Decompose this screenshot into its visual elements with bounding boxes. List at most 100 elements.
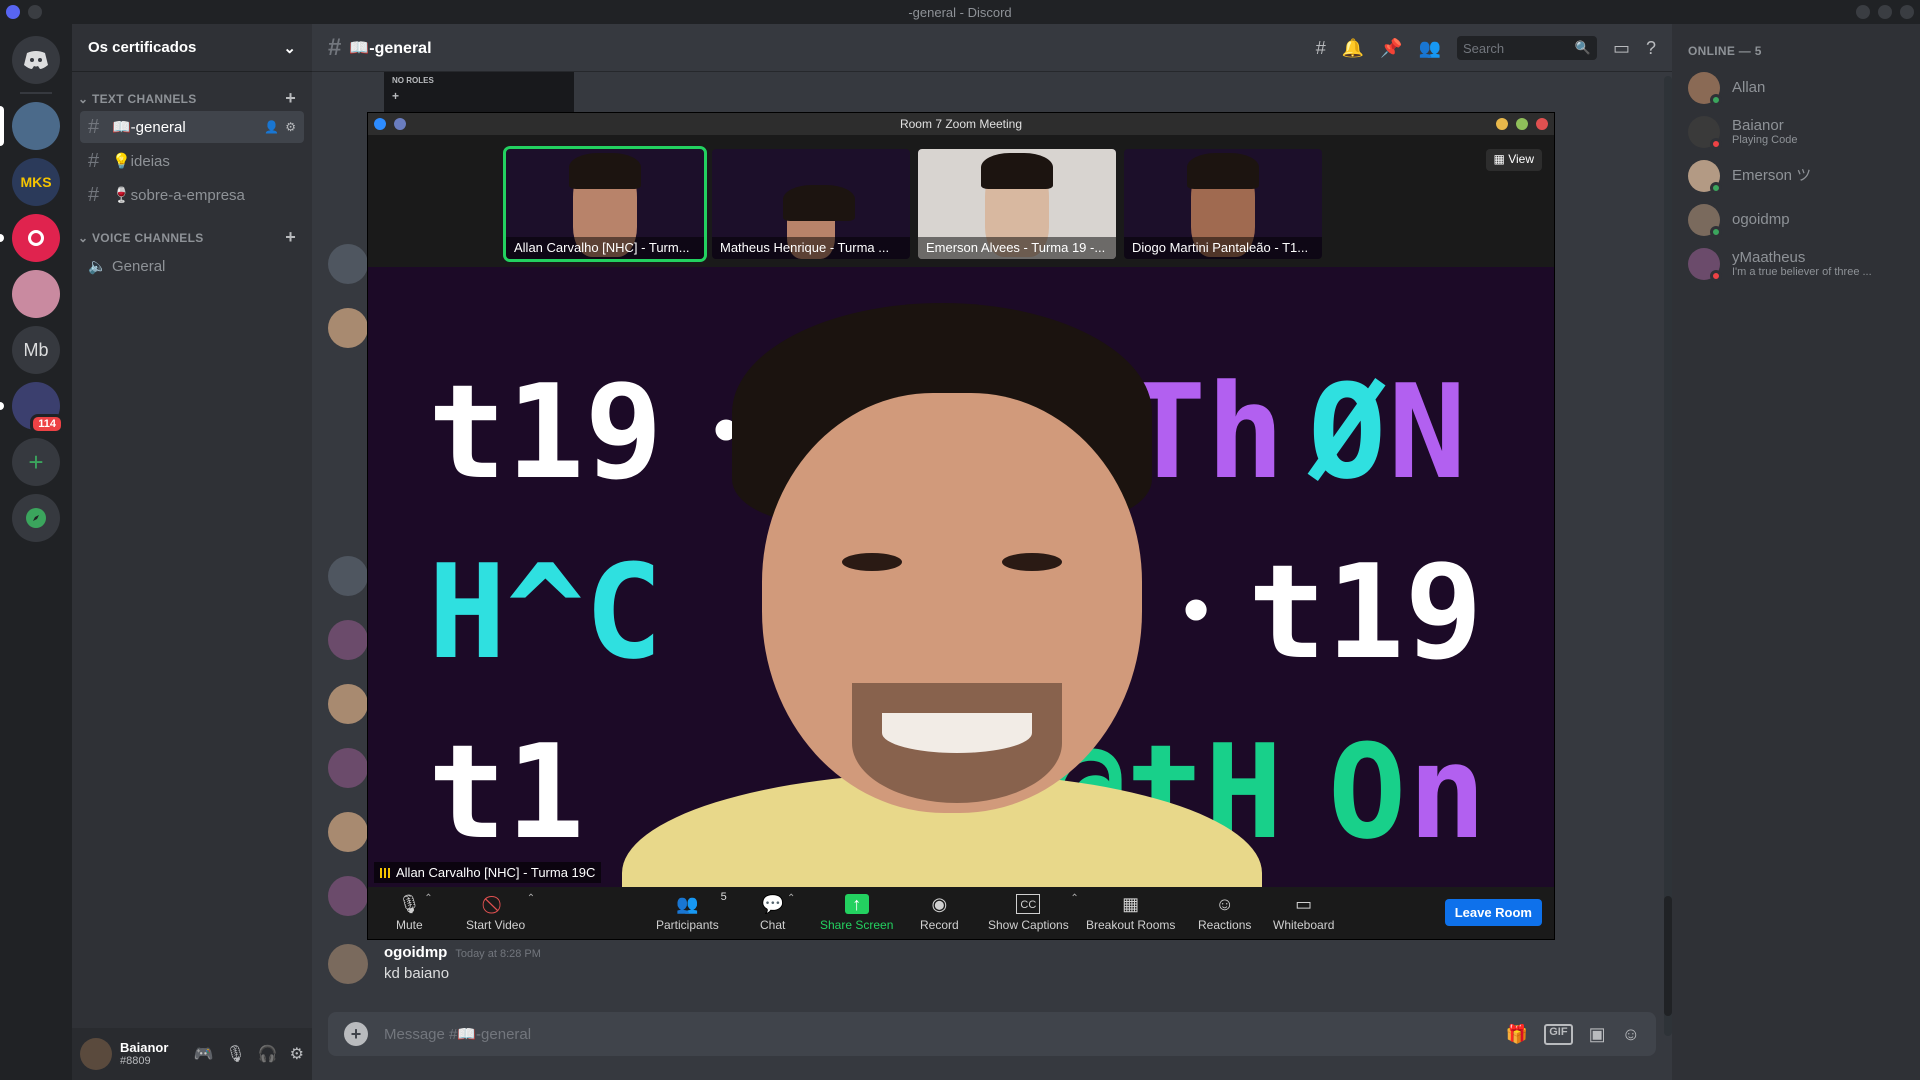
add-server-button[interactable]: + xyxy=(12,438,60,486)
sticker-icon[interactable]: ▣ xyxy=(1589,1024,1606,1045)
whiteboard-button[interactable]: ▭ Whiteboard xyxy=(1273,887,1334,939)
bell-icon[interactable]: 🔔 xyxy=(1342,38,1364,59)
channel-label: General xyxy=(112,257,166,275)
zoom-menu-icon[interactable] xyxy=(394,118,406,130)
scrollbar-thumb[interactable] xyxy=(1664,896,1672,1016)
member-status: Playing Code xyxy=(1732,134,1798,147)
home-button[interactable] xyxy=(12,36,60,84)
channel-ideias[interactable]: # 💡ideias xyxy=(80,145,304,177)
close-button[interactable] xyxy=(1536,118,1548,130)
server-os-certificados[interactable] xyxy=(0,102,60,150)
record-button[interactable]: ◉ Record xyxy=(920,887,959,939)
member-ymaatheus[interactable]: yMaatheus I'm a true believer of three ..… xyxy=(1688,242,1912,286)
explore-servers-button[interactable] xyxy=(12,494,60,542)
category-voice-channels[interactable]: ⌄ VOICE CHANNELS + xyxy=(72,227,312,248)
active-speaker-name: Allan Carvalho [NHC] - Turma 19C xyxy=(396,865,596,880)
server-mb[interactable]: Mb xyxy=(12,326,60,374)
server-anime[interactable] xyxy=(12,270,60,318)
server-folder[interactable]: 114 xyxy=(0,382,64,434)
guild-header[interactable]: Os certificados ⌄ xyxy=(72,24,312,72)
gift-icon[interactable]: 🎁 xyxy=(1506,1024,1528,1045)
threads-icon[interactable]: # xyxy=(1316,38,1326,59)
avatar[interactable] xyxy=(80,1038,112,1070)
category-text-channels[interactable]: ⌄ TEXT CHANNELS + xyxy=(72,88,312,109)
member-ogoidmp[interactable]: ogoidmp xyxy=(1688,198,1912,242)
chat-scrollbar[interactable] xyxy=(1664,76,1672,1036)
voice-channel-general[interactable]: 🔈 General xyxy=(80,250,304,282)
chevron-up-icon[interactable]: ⌃ xyxy=(424,893,432,904)
search-input[interactable]: Search 🔍 xyxy=(1456,36,1597,60)
gear-icon[interactable]: ⚙ xyxy=(285,120,296,134)
help-icon[interactable]: ? xyxy=(1646,38,1656,59)
member-allan[interactable]: Allan xyxy=(1688,66,1912,110)
view-button[interactable]: ▦ View xyxy=(1485,149,1542,171)
share-screen-label: Share Screen xyxy=(820,918,894,932)
chevron-up-icon[interactable]: ⌃ xyxy=(787,893,795,904)
username: Baianor xyxy=(120,1039,169,1055)
avatar xyxy=(1688,116,1722,150)
add-role-icon[interactable]: + xyxy=(392,89,566,103)
start-video-button[interactable]: ⃠ Start Video ⌃ xyxy=(466,887,535,939)
member-emerson[interactable]: Emerson ツ xyxy=(1688,154,1912,198)
avatar[interactable] xyxy=(328,556,368,596)
chevron-up-icon[interactable]: ⌃ xyxy=(1070,893,1078,904)
minimize-button[interactable] xyxy=(1496,118,1508,130)
members-icon[interactable]: 👥 xyxy=(1419,38,1441,59)
participant-name: Diogo Martini Pantaleão - T1... xyxy=(1124,237,1322,259)
message-input[interactable]: Message #📖-general xyxy=(384,1025,1490,1043)
message-author[interactable]: ogoidmp xyxy=(384,944,447,961)
headphones-icon[interactable]: 🎧 xyxy=(258,1044,278,1064)
reactions-button[interactable]: ☺ Reactions xyxy=(1198,887,1251,939)
member-baianor[interactable]: Baianor Playing Code xyxy=(1688,110,1912,154)
close-button[interactable] xyxy=(1900,5,1914,19)
channel-label: 💡ideias xyxy=(112,153,170,170)
invite-icon[interactable]: 👤 xyxy=(264,120,279,134)
participants-button[interactable]: 👥 Participants 5 xyxy=(656,887,727,939)
controller-icon[interactable]: 🎮 xyxy=(194,1044,214,1064)
avatar[interactable] xyxy=(328,748,368,788)
avatar[interactable] xyxy=(328,944,368,984)
microphone-icon[interactable]: 🎙 xyxy=(225,1044,245,1064)
avatar[interactable] xyxy=(328,684,368,724)
breakout-rooms-button[interactable]: ▦ Breakout Rooms xyxy=(1086,887,1175,939)
avatar[interactable] xyxy=(328,876,368,916)
participants-count: 5 xyxy=(720,891,727,903)
attach-button[interactable]: + xyxy=(344,1022,368,1046)
avatar[interactable] xyxy=(328,812,368,852)
gear-icon[interactable]: ⚙ xyxy=(290,1044,304,1064)
avatar[interactable] xyxy=(328,620,368,660)
chat-button[interactable]: 💬 Chat ⌃ xyxy=(760,887,795,939)
gif-button[interactable]: GIF xyxy=(1544,1023,1573,1045)
server-nestjs[interactable] xyxy=(0,214,60,262)
pin-icon[interactable]: 📌 xyxy=(1380,38,1402,59)
minimize-button[interactable] xyxy=(1856,5,1870,19)
channel-sobre-a-empresa[interactable]: # 🍷sobre-a-empresa xyxy=(80,179,304,211)
chevron-up-icon[interactable]: ⌃ xyxy=(527,893,535,904)
leave-room-button[interactable]: Leave Room xyxy=(1444,899,1542,926)
create-channel-icon[interactable]: + xyxy=(285,88,296,109)
status-dot xyxy=(1710,138,1722,150)
channel-general[interactable]: # 📖-general 👤 ⚙ xyxy=(80,111,304,143)
maximize-button[interactable] xyxy=(1878,5,1892,19)
emoji-icon[interactable]: ☺ xyxy=(1622,1024,1640,1045)
message-composer: + Message #📖-general 🎁 GIF ▣ ☺ xyxy=(328,1012,1656,1056)
member-name: ogoidmp xyxy=(1732,211,1790,229)
participant-tile[interactable]: Matheus Henrique - Turma ... xyxy=(712,149,910,259)
server-mks[interactable]: MKS xyxy=(12,158,60,206)
share-screen-button[interactable]: ↑ Share Screen xyxy=(820,887,893,939)
mute-button[interactable]: 🎙 Mute ⌃ xyxy=(396,887,433,939)
show-captions-button[interactable]: CC Show Captions ⌃ xyxy=(988,887,1079,939)
inbox-icon[interactable]: ▭ xyxy=(1613,38,1630,59)
participant-tile[interactable]: Diogo Martini Pantaleão - T1... xyxy=(1124,149,1322,259)
chevron-down-icon: ⌄ xyxy=(283,39,296,57)
mute-label: Mute xyxy=(396,918,423,932)
unread-indicator xyxy=(0,234,4,242)
maximize-button[interactable] xyxy=(1516,118,1528,130)
participant-tile[interactable]: Allan Carvalho [NHC] - Turm... xyxy=(503,146,707,262)
titlebar-menu-icon[interactable] xyxy=(28,5,42,19)
participant-tile[interactable]: Emerson Alvees - Turma 19 -... xyxy=(918,149,1116,259)
create-channel-icon[interactable]: + xyxy=(285,227,296,248)
avatar[interactable] xyxy=(328,308,368,348)
member-name: Allan xyxy=(1732,79,1766,97)
avatar[interactable] xyxy=(328,244,368,284)
